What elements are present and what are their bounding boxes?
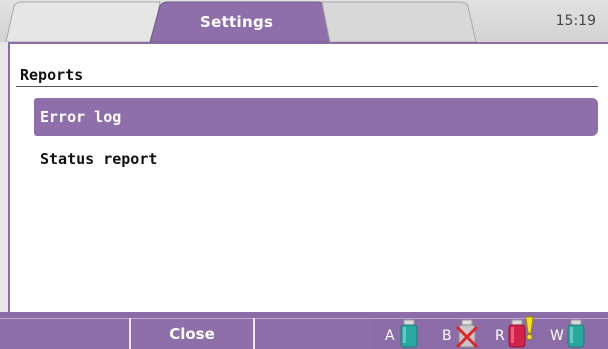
tab-strip [5, 1, 477, 42]
section-title: Reports [20, 66, 84, 84]
clock: 15:19 [555, 13, 596, 29]
title-bar: Settings 15:19 [0, 0, 608, 42]
bottle-warning-icon-r [508, 316, 534, 348]
bottle-missing-icon-b [455, 319, 479, 349]
tab-inactive-right [321, 1, 477, 42]
list-item-error-log[interactable]: Error log [34, 98, 598, 136]
close-button-label: Close [169, 325, 215, 343]
softkey-3[interactable] [255, 318, 373, 349]
tab-inactive-left [5, 1, 161, 42]
close-button[interactable]: Close [131, 318, 253, 349]
content-panel: Reports Error log Status report [8, 42, 608, 312]
bottle-icon-w [567, 319, 585, 348]
list-item-status-report[interactable]: Status report [34, 140, 598, 178]
softkey-bar: Close A B R W [0, 312, 608, 349]
reagent-a-letter: A [385, 328, 395, 344]
softkey-1[interactable] [0, 318, 129, 349]
bottle-icon-a [400, 319, 418, 348]
reagent-w-letter: W [550, 328, 564, 344]
reagent-status-area: A B R W [373, 316, 608, 349]
tab-settings[interactable]: Settings [200, 13, 273, 31]
section-divider [16, 86, 598, 87]
reagent-r-letter: R [495, 328, 505, 344]
reagent-b-letter: B [442, 328, 452, 344]
